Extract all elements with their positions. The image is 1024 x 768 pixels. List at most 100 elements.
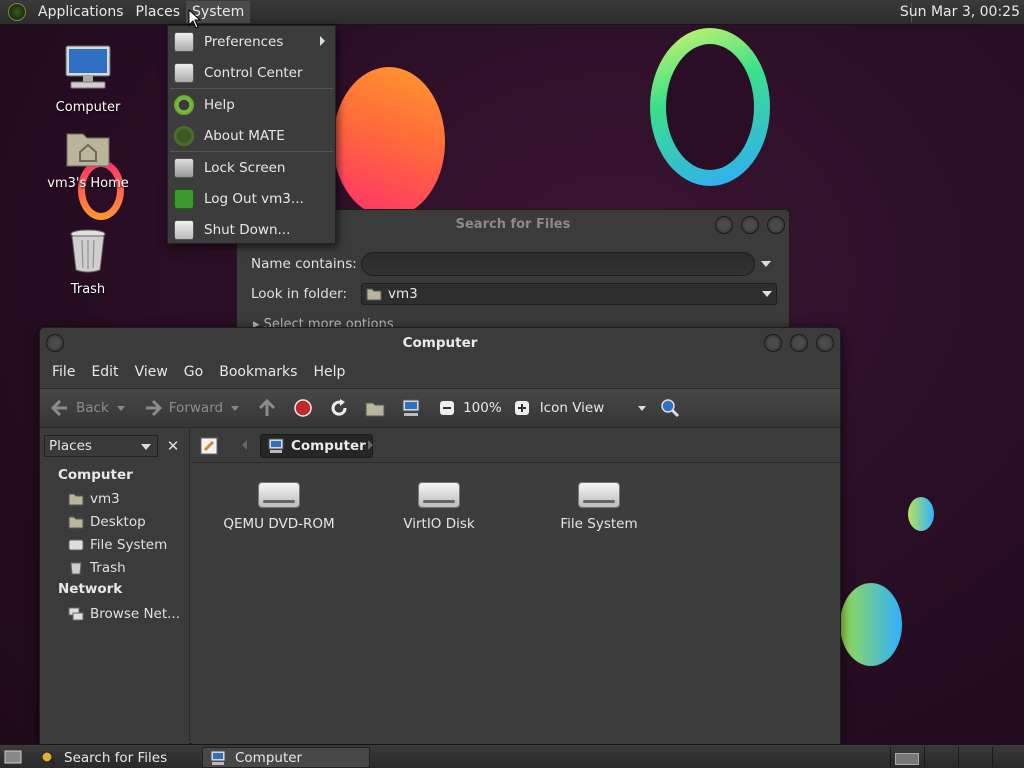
close-button[interactable] xyxy=(816,334,834,352)
top-panel: Applications Places System Sun Mar 3, 00… xyxy=(0,0,1024,25)
desktop-icon-home[interactable]: vm3's Home xyxy=(38,128,138,191)
menu-item-label: Help xyxy=(204,96,235,113)
menu-item-label: About MATE xyxy=(204,127,285,144)
maximize-button[interactable] xyxy=(790,334,808,352)
path-segment-computer[interactable]: Computer xyxy=(260,434,373,458)
menu-go[interactable]: Go xyxy=(176,364,211,380)
home-button[interactable] xyxy=(365,398,391,418)
file-item-label: VirtIO Disk xyxy=(403,516,475,532)
drive-icon xyxy=(68,539,84,551)
workspace-2[interactable] xyxy=(924,747,954,767)
menu-file[interactable]: File xyxy=(44,364,83,380)
menu-item-log-out[interactable]: Log Out vm3... xyxy=(168,183,335,214)
arrow-up-icon xyxy=(259,398,276,416)
menu-item-label: Shut Down... xyxy=(204,221,291,238)
up-button[interactable] xyxy=(257,398,283,418)
view-mode-label: Icon View xyxy=(539,400,605,416)
menu-item-control-center[interactable]: Control Center xyxy=(168,57,335,88)
minimize-button[interactable] xyxy=(764,334,782,352)
minimize-button[interactable] xyxy=(715,216,733,234)
menu-view[interactable]: View xyxy=(127,364,176,380)
wallpaper-orange-blob xyxy=(333,67,445,217)
computer-window: Computer File Edit View Go Bookmarks Hel… xyxy=(39,327,841,744)
file-item-dvd-rom[interactable]: QEMU DVD-ROM xyxy=(209,482,349,532)
forward-button[interactable]: Forward xyxy=(143,398,240,418)
name-history-dropdown-icon[interactable] xyxy=(761,261,771,267)
menu-item-help[interactable]: Help xyxy=(168,89,335,120)
view-mode-select[interactable]: Icon View xyxy=(540,400,647,416)
back-button[interactable]: Back xyxy=(50,398,125,418)
close-button[interactable] xyxy=(767,216,785,234)
menu-item-about-mate[interactable]: About MATE xyxy=(168,120,335,151)
chevron-down-icon xyxy=(141,444,151,450)
task-computer[interactable]: Computer xyxy=(202,747,370,768)
computer-icon xyxy=(65,45,111,89)
menu-edit[interactable]: Edit xyxy=(83,364,126,380)
name-contains-label: Name contains: xyxy=(251,256,357,272)
hard-disk-icon xyxy=(578,482,620,508)
workspace-3[interactable] xyxy=(958,747,988,767)
search-button[interactable] xyxy=(660,398,686,418)
task-label: Computer xyxy=(235,749,303,766)
workspace-4[interactable] xyxy=(992,747,1022,767)
close-sidebar-icon[interactable]: ✕ xyxy=(164,436,182,456)
zoom-in-button[interactable] xyxy=(512,398,538,418)
look-in-folder-select[interactable]: vm3 xyxy=(361,283,777,305)
window-menu-button[interactable] xyxy=(46,334,64,352)
sidebar-item-file-system[interactable]: File System xyxy=(68,535,167,555)
name-contains-input[interactable] xyxy=(361,252,755,276)
show-desktop-icon[interactable] xyxy=(4,749,22,765)
sidebar-item-trash[interactable]: Trash xyxy=(68,558,126,578)
desktop-icon-computer[interactable]: Computer xyxy=(38,44,138,115)
maximize-button[interactable] xyxy=(741,216,759,234)
menu-bookmarks[interactable]: Bookmarks xyxy=(211,364,305,380)
sidebar-item-vm3[interactable]: vm3 xyxy=(68,489,120,509)
wallpaper-gradient-ring xyxy=(650,28,770,186)
network-icon xyxy=(68,607,84,621)
optical-drive-icon xyxy=(258,482,300,508)
workspace-1[interactable] xyxy=(890,747,920,767)
forward-history-dropdown-icon[interactable] xyxy=(231,405,240,411)
zoom-control[interactable]: 100% xyxy=(437,398,502,418)
reload-button[interactable] xyxy=(329,398,355,418)
edit-location-icon[interactable] xyxy=(200,437,218,455)
menu-item-shut-down[interactable]: Shut Down... xyxy=(168,214,335,245)
search-icon xyxy=(41,751,56,766)
menu-item-lock-screen[interactable]: Lock Screen xyxy=(168,152,335,183)
back-history-dropdown-icon[interactable] xyxy=(116,405,125,411)
system-menu: Preferences Control Center Help About MA… xyxy=(167,25,336,244)
sidebar-type-label: Places xyxy=(49,438,92,454)
sidebar-type-select[interactable]: Places xyxy=(44,435,158,457)
path-segment-label: Computer xyxy=(291,438,366,454)
path-scroll-right-icon[interactable] xyxy=(368,440,373,450)
desktop-icon-label: Trash xyxy=(70,282,106,297)
forward-label: Forward xyxy=(168,400,224,416)
sidebar-item-browse-network[interactable]: Browse Net... xyxy=(68,604,180,624)
clock[interactable]: Sun Mar 3, 00:25 xyxy=(900,4,1020,20)
home-folder-icon xyxy=(68,493,84,506)
file-item-file-system[interactable]: File System xyxy=(529,482,669,532)
logout-icon xyxy=(174,188,194,209)
search-icon xyxy=(661,399,680,418)
file-item-virtio-disk[interactable]: VirtIO Disk xyxy=(369,482,509,532)
menu-help[interactable]: Help xyxy=(305,364,353,380)
desktop-icon-trash[interactable]: Trash xyxy=(38,228,138,297)
applications-menu[interactable]: Applications xyxy=(32,1,130,23)
about-mate-icon xyxy=(174,125,194,146)
places-menu[interactable]: Places xyxy=(130,1,187,23)
stop-button[interactable] xyxy=(293,398,319,418)
zoom-in-icon xyxy=(514,401,529,415)
computer-button[interactable] xyxy=(401,398,427,418)
mate-logo-icon[interactable] xyxy=(8,3,26,21)
control-center-icon xyxy=(174,62,194,83)
task-search-for-files[interactable]: Search for Files xyxy=(34,747,198,768)
window-title: Search for Files xyxy=(455,217,571,232)
menu-item-preferences[interactable]: Preferences xyxy=(168,26,335,57)
sidebar-header-computer: Computer xyxy=(58,467,133,483)
window-titlebar[interactable]: Computer xyxy=(40,328,840,358)
sidebar-item-desktop[interactable]: Desktop xyxy=(68,512,146,532)
sidebar-item-label: Desktop xyxy=(90,514,146,530)
path-scroll-left-icon[interactable] xyxy=(242,440,247,450)
lock-icon xyxy=(174,157,194,178)
chevron-down-icon xyxy=(638,405,647,411)
